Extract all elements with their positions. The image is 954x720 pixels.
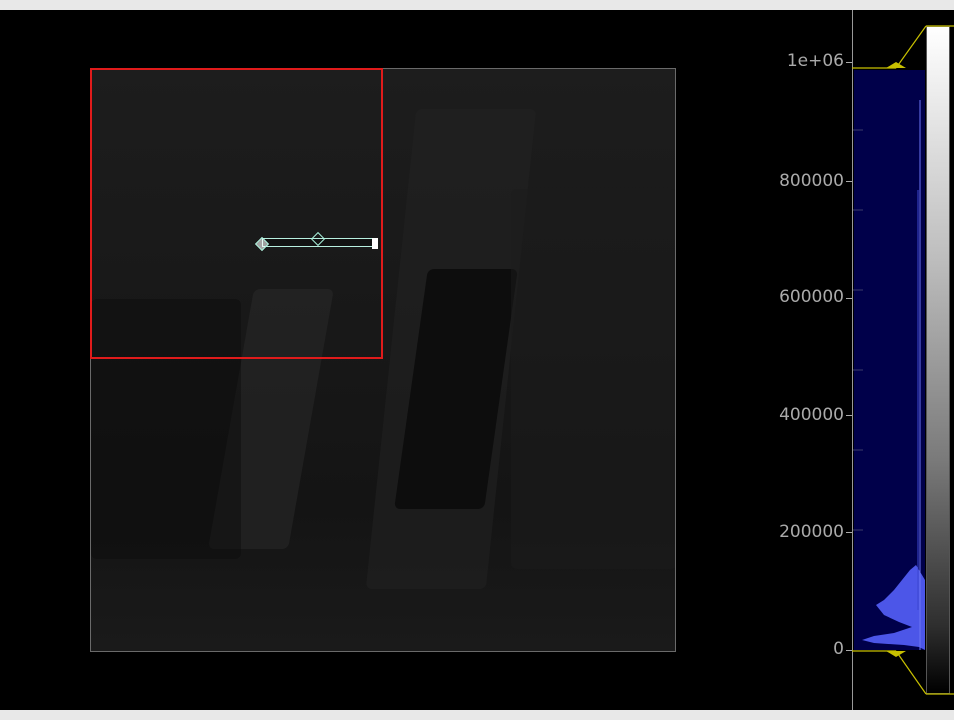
- gradient-editor[interactable]: [926, 26, 950, 694]
- image-viewport[interactable]: [0, 10, 852, 710]
- resize-handle-icon[interactable]: [372, 238, 378, 249]
- rect-roi[interactable]: [90, 68, 383, 359]
- image-feature: [511, 189, 675, 569]
- viewer-window: 1e+06 800000 600000 400000 200000 0: [0, 10, 954, 710]
